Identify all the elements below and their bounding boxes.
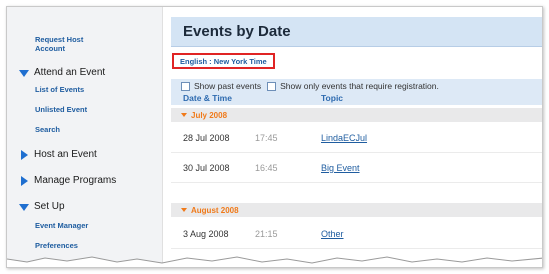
- filter-bar: Show past events Show only events that r…: [171, 79, 542, 93]
- sidebar-item-event-manager[interactable]: Event Manager: [35, 221, 88, 230]
- sidebar-item-search[interactable]: Search: [35, 125, 60, 134]
- column-header-date-time[interactable]: Date & Time: [183, 93, 232, 103]
- table-row: 30 Jul 2008 16:45 Big Event: [171, 153, 542, 183]
- expand-right-icon: [19, 149, 29, 160]
- sidebar-item-preferences[interactable]: Preferences: [35, 241, 78, 250]
- title-bar: Events by Date: [171, 17, 542, 47]
- event-time: 17:45: [255, 133, 278, 143]
- checkbox-label: Show only events that require registrati…: [280, 81, 439, 91]
- sidebar-section-host-event[interactable]: Host an Event: [19, 149, 97, 160]
- column-header-topic[interactable]: Topic: [321, 93, 343, 103]
- sidebar-section-attend-event[interactable]: Attend an Event: [19, 67, 105, 78]
- month-group-header[interactable]: July 2008: [171, 108, 542, 122]
- checkbox-box[interactable]: [267, 81, 277, 91]
- expand-right-icon: [19, 175, 29, 186]
- month-group-header[interactable]: August 2008: [171, 203, 542, 217]
- sidebar-item-list-of-events[interactable]: List of Events: [35, 85, 84, 94]
- sidebar-section-set-up[interactable]: Set Up: [19, 201, 65, 212]
- column-headers: Date & Time Topic: [171, 93, 542, 105]
- sidebar-section-label: Set Up: [34, 201, 65, 212]
- checkbox-box[interactable]: [181, 81, 190, 91]
- sidebar: Request Host Account Attend an Event Lis…: [7, 7, 163, 267]
- sidebar-section-label: Attend an Event: [34, 67, 106, 78]
- collapse-icon: [181, 208, 187, 212]
- main-panel: Events by Date English : New York Time S…: [171, 7, 542, 267]
- month-label: July 2008: [191, 110, 228, 120]
- show-past-events-checkbox[interactable]: Show past events: [181, 81, 261, 91]
- locale-timezone-link[interactable]: English : New York Time: [172, 53, 275, 69]
- expand-down-icon: [19, 68, 29, 78]
- checkbox-label: Show past events: [194, 81, 262, 91]
- page-title: Events by Date: [183, 23, 291, 40]
- sidebar-section-manage-programs[interactable]: Manage Programs: [19, 175, 116, 186]
- sidebar-section-label: Host an Event: [34, 149, 97, 160]
- table-row: 3 Aug 2008 21:15 Other: [171, 219, 542, 249]
- event-date: 3 Aug 2008: [183, 229, 229, 239]
- table-row: 28 Jul 2008 17:45 LindaECJul: [171, 123, 542, 153]
- event-topic-link[interactable]: Big Event: [321, 163, 360, 173]
- event-time: 21:15: [255, 229, 278, 239]
- show-registration-only-checkbox[interactable]: Show only events that require registrati…: [267, 81, 439, 91]
- event-time: 16:45: [255, 163, 278, 173]
- event-date: 28 Jul 2008: [183, 133, 230, 143]
- sidebar-link-label: Request Host: [35, 35, 84, 44]
- torn-edge-decoration: [7, 256, 542, 267]
- expand-down-icon: [19, 202, 29, 212]
- sidebar-link-label: Account: [35, 44, 65, 53]
- sidebar-section-label: Manage Programs: [34, 175, 117, 186]
- app-window: Request Host Account Attend an Event Lis…: [6, 6, 543, 268]
- sidebar-item-unlisted-event[interactable]: Unlisted Event: [35, 105, 87, 114]
- month-label: August 2008: [191, 205, 239, 215]
- collapse-icon: [181, 113, 187, 117]
- event-topic-link[interactable]: LindaECJul: [321, 133, 367, 143]
- sidebar-link-request-host-account[interactable]: Request Host Account: [35, 35, 83, 53]
- event-topic-link[interactable]: Other: [321, 229, 344, 239]
- event-date: 30 Jul 2008: [183, 163, 230, 173]
